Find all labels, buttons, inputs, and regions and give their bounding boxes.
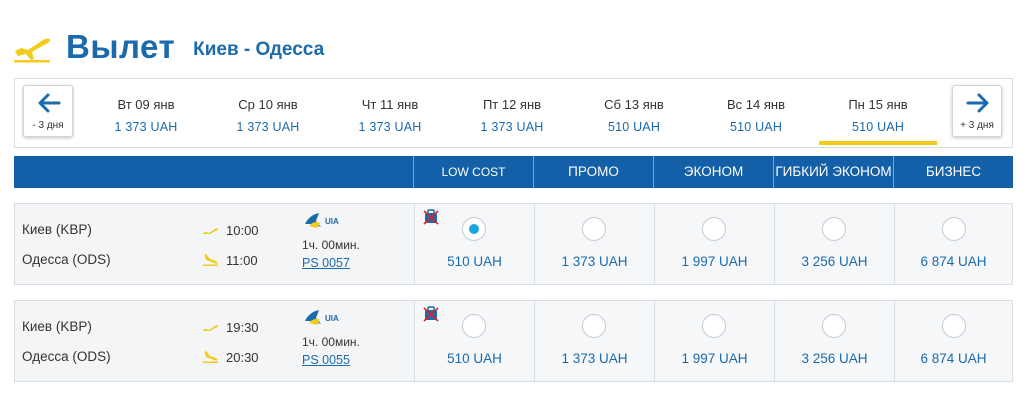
route-label: Киев - Одесса <box>193 39 325 60</box>
departure-time: 19:30 <box>226 320 259 335</box>
departure-city: Киев (KBP) <box>22 319 92 334</box>
fare-cell-economy: 1 997 UAH <box>654 204 774 284</box>
fare-cell-business: 6 874 UAH <box>894 301 1012 381</box>
fare-cell-lowcost: 510 UAH <box>414 204 534 284</box>
fare-radio[interactable] <box>942 217 966 241</box>
fare-price: 1 373 UAH <box>561 254 628 269</box>
fare-cell-flex-economy: 3 256 UAH <box>774 301 894 381</box>
date-price: 510 UAH <box>607 120 661 134</box>
fare-class-header: LOW COST ПРОМО ЭКОНОМ ГИБКИЙ ЭКОНОМ БИЗН… <box>14 156 1013 188</box>
uia-logo-text: UIA <box>325 217 339 226</box>
flight-info: Киев (KBP) 10:00 Одесса (ODS) 11:00 UIA … <box>15 204 415 284</box>
fare-header-promo: ПРОМО <box>533 156 653 188</box>
fare-cell-economy: 1 997 UAH <box>654 301 774 381</box>
arrow-right-icon <box>966 93 989 113</box>
flight-number-link[interactable]: PS 0055 <box>302 353 350 367</box>
date-day-label: Пт 12 янв <box>482 97 542 112</box>
page-header: Вылет Киев - Одесса <box>12 22 324 72</box>
fare-radio[interactable] <box>942 314 966 338</box>
date-option[interactable]: Ср 10 янв 1 373 UAH <box>209 87 327 145</box>
flight-duration: 1ч. 00мин. <box>302 335 360 349</box>
fare-header-flex-economy: ГИБКИЙ ЭКОНОМ <box>773 156 893 188</box>
flight-info: Киев (KBP) 19:30 Одесса (ODS) 20:30 UIA … <box>15 301 415 381</box>
fare-radio-selected[interactable] <box>462 217 486 241</box>
date-option[interactable]: Чт 11 янв 1 373 UAH <box>331 87 449 145</box>
fare-cell-flex-economy: 3 256 UAH <box>774 204 894 284</box>
plane-landing-icon <box>203 351 218 363</box>
plane-landing-icon <box>203 254 218 266</box>
fare-price: 6 874 UAH <box>920 351 987 366</box>
date-option[interactable]: Пт 12 янв 1 373 UAH <box>453 87 571 145</box>
date-day-label: Чт 11 янв <box>361 97 419 112</box>
date-price: 1 373 UAH <box>480 120 544 134</box>
date-price: 510 UAH <box>729 120 783 134</box>
next-days-button[interactable]: + 3 дня <box>952 85 1002 137</box>
fare-radio[interactable] <box>702 217 726 241</box>
next-days-label: + 3 дня <box>960 120 994 131</box>
prev-days-label: - 3 дня <box>32 120 64 131</box>
date-price: 510 UAH <box>851 120 905 134</box>
plane-takeoff-icon <box>203 325 218 331</box>
page-title: Вылет <box>66 28 176 65</box>
date-price: 1 373 UAH <box>358 120 422 134</box>
arrival-time: 20:30 <box>226 350 259 365</box>
fare-header-lowcost: LOW COST <box>413 156 533 188</box>
date-option[interactable]: Вс 14 янв 510 UAH <box>697 87 815 145</box>
fare-price: 3 256 UAH <box>801 254 868 269</box>
arrival-city: Одесса (ODS) <box>22 349 111 364</box>
fare-price: 3 256 UAH <box>801 351 868 366</box>
fare-radio[interactable] <box>582 314 606 338</box>
fare-cell-promo: 1 373 UAH <box>534 301 654 381</box>
fare-price: 1 373 UAH <box>561 351 628 366</box>
fare-radio[interactable] <box>822 314 846 338</box>
fare-cell-promo: 1 373 UAH <box>534 204 654 284</box>
date-day-label: Вт 09 янв <box>117 97 175 112</box>
arrival-city: Одесса (ODS) <box>22 252 111 267</box>
fare-price: 1 997 UAH <box>681 351 748 366</box>
flight-duration: 1ч. 00мин. <box>302 238 360 252</box>
uia-logo: UIA <box>305 213 339 228</box>
fare-radio[interactable] <box>582 217 606 241</box>
departure-time: 10:00 <box>226 223 259 238</box>
no-baggage-icon <box>423 209 439 225</box>
date-day-label: Ср 10 янв <box>238 97 298 112</box>
flight-number-link[interactable]: PS 0057 <box>302 256 350 270</box>
date-price: 1 373 UAH <box>114 120 178 134</box>
prev-days-button[interactable]: - 3 дня <box>23 85 73 137</box>
date-option-selected[interactable]: Пн 15 янв 510 UAH <box>819 87 937 145</box>
fare-header-business: БИЗНЕС <box>893 156 1013 188</box>
fare-price: 510 UAH <box>447 254 502 269</box>
fare-price: 6 874 UAH <box>920 254 987 269</box>
date-price: 1 373 UAH <box>236 120 300 134</box>
date-selector: - 3 дня Вт 09 янв 1 373 UAH Ср 10 янв 1 … <box>14 78 1013 148</box>
date-day-label: Вс 14 янв <box>727 97 785 112</box>
fare-radio[interactable] <box>462 314 486 338</box>
fare-price: 510 UAH <box>447 351 502 366</box>
no-baggage-icon <box>423 306 439 322</box>
fare-radio[interactable] <box>702 314 726 338</box>
plane-takeoff-icon <box>203 228 218 234</box>
plane-takeoff-icon <box>14 38 50 63</box>
fare-cell-lowcost: 510 UAH <box>414 301 534 381</box>
uia-logo-text: UIA <box>325 314 339 323</box>
date-option[interactable]: Вт 09 янв 1 373 UAH <box>87 87 205 145</box>
flight-row: Киев (KBP) 10:00 Одесса (ODS) 11:00 UIA … <box>14 203 1013 285</box>
arrival-time: 11:00 <box>226 253 258 268</box>
fare-price: 1 997 UAH <box>681 254 748 269</box>
fare-header-economy: ЭКОНОМ <box>653 156 773 188</box>
date-option[interactable]: Сб 13 янв 510 UAH <box>575 87 693 145</box>
fare-cell-business: 6 874 UAH <box>894 204 1012 284</box>
departure-city: Киев (KBP) <box>22 222 92 237</box>
date-day-label: Пн 15 янв <box>848 97 908 112</box>
uia-logo: UIA <box>305 310 339 325</box>
date-day-label: Сб 13 янв <box>604 97 664 112</box>
flight-row: Киев (KBP) 19:30 Одесса (ODS) 20:30 UIA … <box>14 300 1013 382</box>
arrow-left-icon <box>38 93 61 113</box>
fare-radio[interactable] <box>822 217 846 241</box>
